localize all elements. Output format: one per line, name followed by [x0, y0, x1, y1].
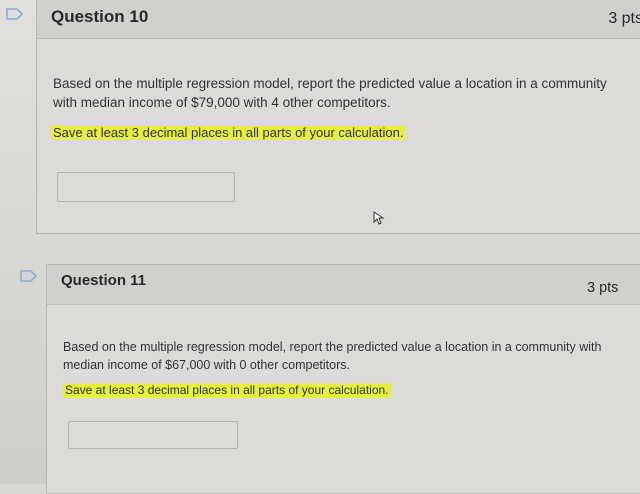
- question-header: Question 10 3 pts: [37, 0, 640, 39]
- question-header: Question 11 3 pts: [47, 265, 640, 305]
- question-text: Based on the multiple regression model, …: [53, 76, 607, 110]
- mouse-pointer-icon: [373, 211, 385, 230]
- bookmark-flag-icon[interactable]: [20, 270, 38, 282]
- instruction-highlight: Save at least 3 decimal places in all pa…: [63, 383, 391, 397]
- question-title: Question 11: [61, 272, 147, 289]
- question-body: Based on the multiple regression model, …: [47, 305, 640, 493]
- question-card: Question 11 3 pts Based on the multiple …: [46, 264, 640, 494]
- question-points: 3 pts: [608, 10, 640, 27]
- instruction-highlight: Save at least 3 decimal places in all pa…: [51, 125, 406, 140]
- question-text: Based on the multiple regression model, …: [63, 340, 602, 372]
- bookmark-flag-icon[interactable]: [6, 8, 24, 20]
- question-body: Based on the multiple regression model, …: [37, 39, 640, 233]
- question-card: Question 10 3 pts Based on the multiple …: [36, 0, 640, 234]
- question-title: Question 10: [51, 7, 149, 26]
- answer-input[interactable]: [68, 421, 238, 449]
- question-points: 3 pts: [587, 280, 619, 296]
- quiz-page: Question 10 3 pts Based on the multiple …: [0, 0, 640, 494]
- answer-input[interactable]: [57, 172, 235, 202]
